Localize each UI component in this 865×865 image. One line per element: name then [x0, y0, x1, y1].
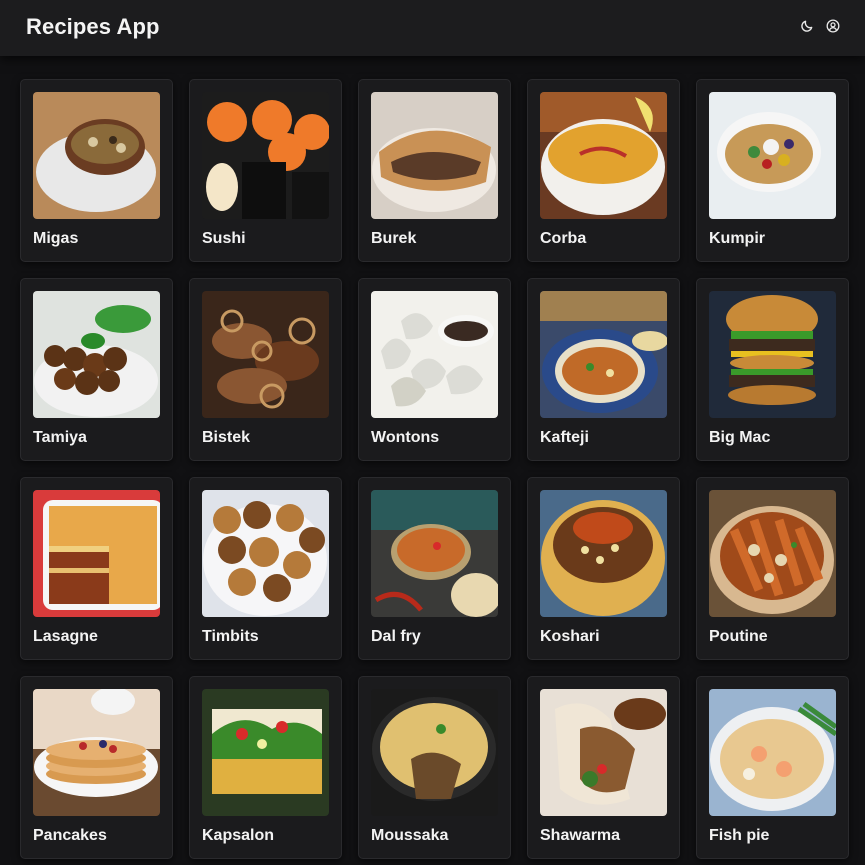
- recipe-image: [371, 92, 498, 219]
- recipe-name: Corba: [540, 230, 587, 247]
- recipe-image: [371, 291, 498, 418]
- recipe-image: [371, 689, 498, 816]
- recipe-card[interactable]: Shawarma: [527, 676, 680, 859]
- recipe-card[interactable]: Fish pie: [696, 676, 849, 859]
- recipe-image: [33, 291, 160, 418]
- recipe-name: Pancakes: [33, 827, 107, 844]
- recipe-name: Bistek: [202, 429, 251, 446]
- recipe-image: [709, 92, 836, 219]
- recipe-name: Poutine: [709, 628, 768, 645]
- recipe-image: [202, 92, 329, 219]
- recipe-name: Kumpir: [709, 230, 765, 247]
- recipes-app: Recipes App Migas Sushi Burek Corba Kumpir Ta…: [0, 0, 865, 865]
- user-circle-icon[interactable]: [825, 18, 841, 34]
- recipe-name: Dal fry: [371, 628, 421, 645]
- header-actions: [799, 18, 841, 34]
- top-app-bar: Recipes App: [0, 0, 865, 56]
- recipe-image: [202, 291, 329, 418]
- recipe-grid: Migas Sushi Burek Corba Kumpir Tamiya Bistek Wo…: [20, 79, 849, 859]
- recipe-card[interactable]: Big Mac: [696, 278, 849, 461]
- recipe-name: Tamiya: [33, 429, 87, 446]
- recipe-name: Koshari: [540, 628, 600, 645]
- moon-icon[interactable]: [799, 18, 815, 34]
- recipe-card[interactable]: Timbits: [189, 477, 342, 660]
- recipe-name: Timbits: [202, 628, 259, 645]
- recipe-name: Fish pie: [709, 827, 770, 844]
- recipe-image: [540, 689, 667, 816]
- recipe-card[interactable]: Migas: [20, 79, 173, 262]
- recipe-name: Big Mac: [709, 429, 771, 446]
- recipe-image: [709, 490, 836, 617]
- recipe-name: Kapsalon: [202, 827, 275, 844]
- recipe-card[interactable]: Tamiya: [20, 278, 173, 461]
- recipe-card[interactable]: Sushi: [189, 79, 342, 262]
- recipe-name: Burek: [371, 230, 417, 247]
- recipe-card[interactable]: Corba: [527, 79, 680, 262]
- recipe-name: Sushi: [202, 230, 246, 247]
- recipe-card[interactable]: Kumpir: [696, 79, 849, 262]
- recipe-card[interactable]: Poutine: [696, 477, 849, 660]
- recipe-image: [709, 291, 836, 418]
- recipe-card[interactable]: Koshari: [527, 477, 680, 660]
- recipe-card[interactable]: Lasagne: [20, 477, 173, 660]
- recipe-card[interactable]: Wontons: [358, 278, 511, 461]
- recipe-image: [33, 689, 160, 816]
- recipe-name: Shawarma: [540, 827, 621, 844]
- recipe-name: Kafteji: [540, 429, 589, 446]
- recipe-name: Lasagne: [33, 628, 98, 645]
- recipe-name: Moussaka: [371, 827, 449, 844]
- recipe-card[interactable]: Kapsalon: [189, 676, 342, 859]
- recipe-image: [540, 291, 667, 418]
- recipe-name: Migas: [33, 230, 79, 247]
- app-title: Recipes App: [26, 14, 160, 39]
- recipe-image: [202, 490, 329, 617]
- recipe-image: [709, 689, 836, 816]
- recipe-image: [202, 689, 329, 816]
- recipe-card[interactable]: Burek: [358, 79, 511, 262]
- recipe-card[interactable]: Moussaka: [358, 676, 511, 859]
- recipe-card[interactable]: Dal fry: [358, 477, 511, 660]
- recipe-image: [33, 490, 160, 617]
- recipe-image: [540, 490, 667, 617]
- recipe-name: Wontons: [371, 429, 440, 446]
- recipe-image: [33, 92, 160, 219]
- recipe-card[interactable]: Bistek: [189, 278, 342, 461]
- recipe-image: [371, 490, 498, 617]
- recipe-image: [540, 92, 667, 219]
- recipe-card[interactable]: Kafteji: [527, 278, 680, 461]
- recipe-card[interactable]: Pancakes: [20, 676, 173, 859]
